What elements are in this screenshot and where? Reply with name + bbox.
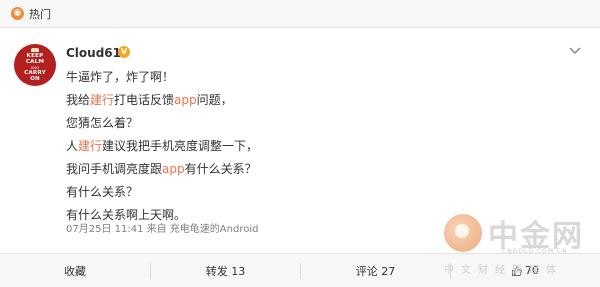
like-count: 70: [525, 264, 539, 277]
post-meta: 07月25日 11:41 来自 充电龟速的Android: [66, 224, 259, 235]
post-text-segment: 您猜怎么着？: [66, 116, 139, 130]
verified-badge-icon: V: [118, 46, 130, 58]
post-text-segment: 人: [66, 139, 79, 153]
section-header: ◉ 热门: [0, 0, 600, 28]
post-text-segment: 打电话反馈: [114, 93, 175, 107]
action-bar: 收藏 转发 13 评论 27 70: [0, 253, 600, 287]
crown-icon: [31, 47, 39, 52]
keyword-link[interactable]: 建行: [78, 139, 102, 153]
keyword-link[interactable]: 建行: [90, 93, 114, 107]
post-text-segment: 牛逼炸了，炸了啊！: [66, 70, 175, 84]
post-text-segment: 问题，: [196, 93, 233, 107]
comment-button[interactable]: 评论 27: [301, 254, 450, 287]
post-text-segment: 建议我把手机亮度调整一下，: [102, 139, 259, 153]
chevron-down-icon[interactable]: [569, 46, 581, 56]
post-text-line: 有什么关系？: [66, 181, 566, 204]
post-text-line: 牛逼炸了，炸了啊！: [66, 66, 566, 89]
keyword-link[interactable]: app: [174, 93, 197, 107]
repost-button[interactable]: 转发 13: [151, 254, 300, 287]
section-title: 热门: [29, 8, 51, 21]
post-text-segment: 有什么关系？: [184, 162, 257, 176]
avatar[interactable]: KEEP CALM AND CARRY ON: [14, 44, 56, 86]
post-text-line: 您猜怎么着？: [66, 112, 566, 135]
hot-icon: ◉: [11, 7, 24, 20]
like-button[interactable]: 70: [451, 254, 600, 287]
post-body: 牛逼炸了，炸了啊！ 我给建行打电话反馈app问题， 您猜怎么着？ 人建行建议我把手机亮…: [66, 66, 566, 227]
post-text-line: 我问手机调亮度跟app有什么关系？: [66, 158, 566, 181]
post-text-segment: 我给: [66, 93, 91, 107]
post-text-line: 人建行建议我把手机亮度调整一下，: [66, 135, 566, 158]
post-text-segment: 我问手机调亮度跟: [66, 162, 163, 176]
avatar-text-5: ON: [30, 75, 40, 82]
comment-label: 评论 27: [355, 264, 396, 278]
username-link[interactable]: Cloud61: [66, 46, 121, 60]
repost-label: 转发 13: [205, 264, 246, 278]
weibo-post-card: KEEP CALM AND CARRY ON Cloud61 V 牛逼炸了，炸了…: [0, 28, 600, 253]
thumbs-up-icon: [512, 265, 522, 276]
favorite-button[interactable]: 收藏: [0, 254, 150, 287]
post-text-segment: 有什么关系？: [66, 185, 139, 199]
keyword-link[interactable]: app: [162, 162, 185, 176]
post-text-line: 我给建行打电话反馈app问题，: [66, 89, 566, 112]
favorite-label: 收藏: [64, 264, 86, 278]
